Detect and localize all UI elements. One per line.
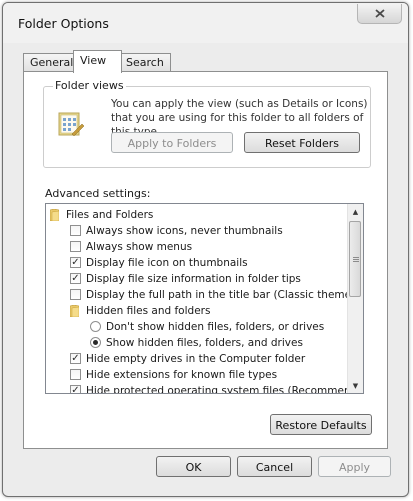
setting-row-radio[interactable]: Show hidden files, folders, and drives: [46, 335, 346, 351]
setting-label: Display file icon on thumbnails: [86, 257, 248, 269]
folder-views-label: Folder views: [53, 79, 126, 92]
radio-button[interactable]: [90, 337, 101, 348]
setting-label: Always show menus: [86, 241, 193, 253]
setting-label: Hidden files and folders: [86, 305, 211, 317]
tab-view[interactable]: View: [73, 50, 122, 73]
scroll-down-arrow-icon[interactable]: ▼: [348, 378, 363, 393]
setting-row-checkbox[interactable]: ✓ Hide protected operating system files (…: [46, 383, 363, 393]
folder-views-group: Folder views You can apply the view (suc…: [43, 79, 371, 168]
view-tab-panel: Folder views You can apply the view (suc…: [23, 71, 388, 449]
setting-label: Show hidden files, folders, and drives: [106, 337, 303, 349]
setting-label: Hide extensions for known file types: [86, 369, 278, 381]
setting-row-folder: Files and Folders: [46, 207, 346, 223]
setting-label: Always show icons, never thumbnails: [86, 225, 283, 237]
setting-label: Don't show hidden files, folders, or dri…: [106, 321, 325, 333]
cancel-button[interactable]: Cancel: [237, 456, 312, 477]
checkbox[interactable]: [70, 225, 81, 236]
setting-row-checkbox[interactable]: Always show icons, never thumbnails: [46, 223, 346, 239]
setting-label: Files and Folders: [66, 209, 154, 221]
setting-label: Hide protected operating system files (R…: [86, 385, 364, 394]
reset-folders-button[interactable]: Reset Folders: [244, 132, 360, 153]
setting-label: Display file size information in folder …: [86, 273, 301, 285]
setting-row-checkbox[interactable]: ✓ Display file icon on thumbnails: [46, 255, 346, 271]
tab-general-label: General: [30, 56, 74, 69]
advanced-settings-label: Advanced settings:: [45, 187, 151, 200]
checkbox[interactable]: ✓: [70, 353, 81, 364]
folder-icon: [50, 209, 59, 221]
title-bar[interactable]: Folder Options: [3, 3, 408, 43]
setting-row-checkbox[interactable]: ✓ Hide empty drives in the Computer folde…: [46, 351, 346, 367]
scroll-up-arrow-icon[interactable]: ▲: [348, 204, 363, 219]
apply-to-folders-button[interactable]: Apply to Folders: [111, 132, 233, 153]
ok-button[interactable]: OK: [156, 456, 231, 477]
checkbox[interactable]: [70, 289, 81, 300]
checkbox[interactable]: ✓: [70, 257, 81, 268]
setting-row-folder: Hidden files and folders: [46, 303, 346, 319]
window-title: Folder Options: [18, 16, 109, 31]
setting-row-checkbox[interactable]: Hide extensions for known file types: [46, 367, 346, 383]
tab-search[interactable]: Search: [119, 53, 171, 72]
tab-general[interactable]: General: [23, 53, 81, 72]
setting-row-checkbox[interactable]: ✓ Display file size information in folder…: [46, 271, 346, 287]
folder-icon: [70, 305, 79, 317]
advanced-settings-tree[interactable]: Files and Folders Always show icons, neve…: [45, 203, 364, 394]
checkbox[interactable]: ✓: [70, 385, 81, 393]
setting-row-checkbox[interactable]: Always show menus: [46, 239, 346, 255]
setting-row-checkbox[interactable]: Display the full path in the title bar (…: [46, 287, 363, 303]
setting-label: Hide empty drives in the Computer folder: [86, 353, 306, 365]
radio-button[interactable]: [90, 321, 101, 332]
checkbox[interactable]: [70, 369, 81, 380]
vertical-scrollbar[interactable]: ▲ ▼: [347, 204, 363, 393]
tab-search-label: Search: [126, 56, 164, 69]
close-button[interactable]: [357, 4, 402, 24]
apply-button[interactable]: Apply: [318, 456, 391, 477]
folder-options-dialog: Folder Options General View Search Folde…: [2, 2, 409, 497]
tab-view-label: View: [80, 54, 107, 67]
scroll-thumb[interactable]: [349, 221, 361, 297]
close-icon: [374, 9, 385, 18]
setting-row-radio[interactable]: Don't show hidden files, folders, or dri…: [46, 319, 346, 335]
checkbox[interactable]: ✓: [70, 273, 81, 284]
folder-views-icon: [58, 112, 85, 137]
checkbox[interactable]: [70, 241, 81, 252]
restore-defaults-button[interactable]: Restore Defaults: [270, 414, 372, 435]
setting-label: Display the full path in the title bar (…: [86, 289, 364, 301]
